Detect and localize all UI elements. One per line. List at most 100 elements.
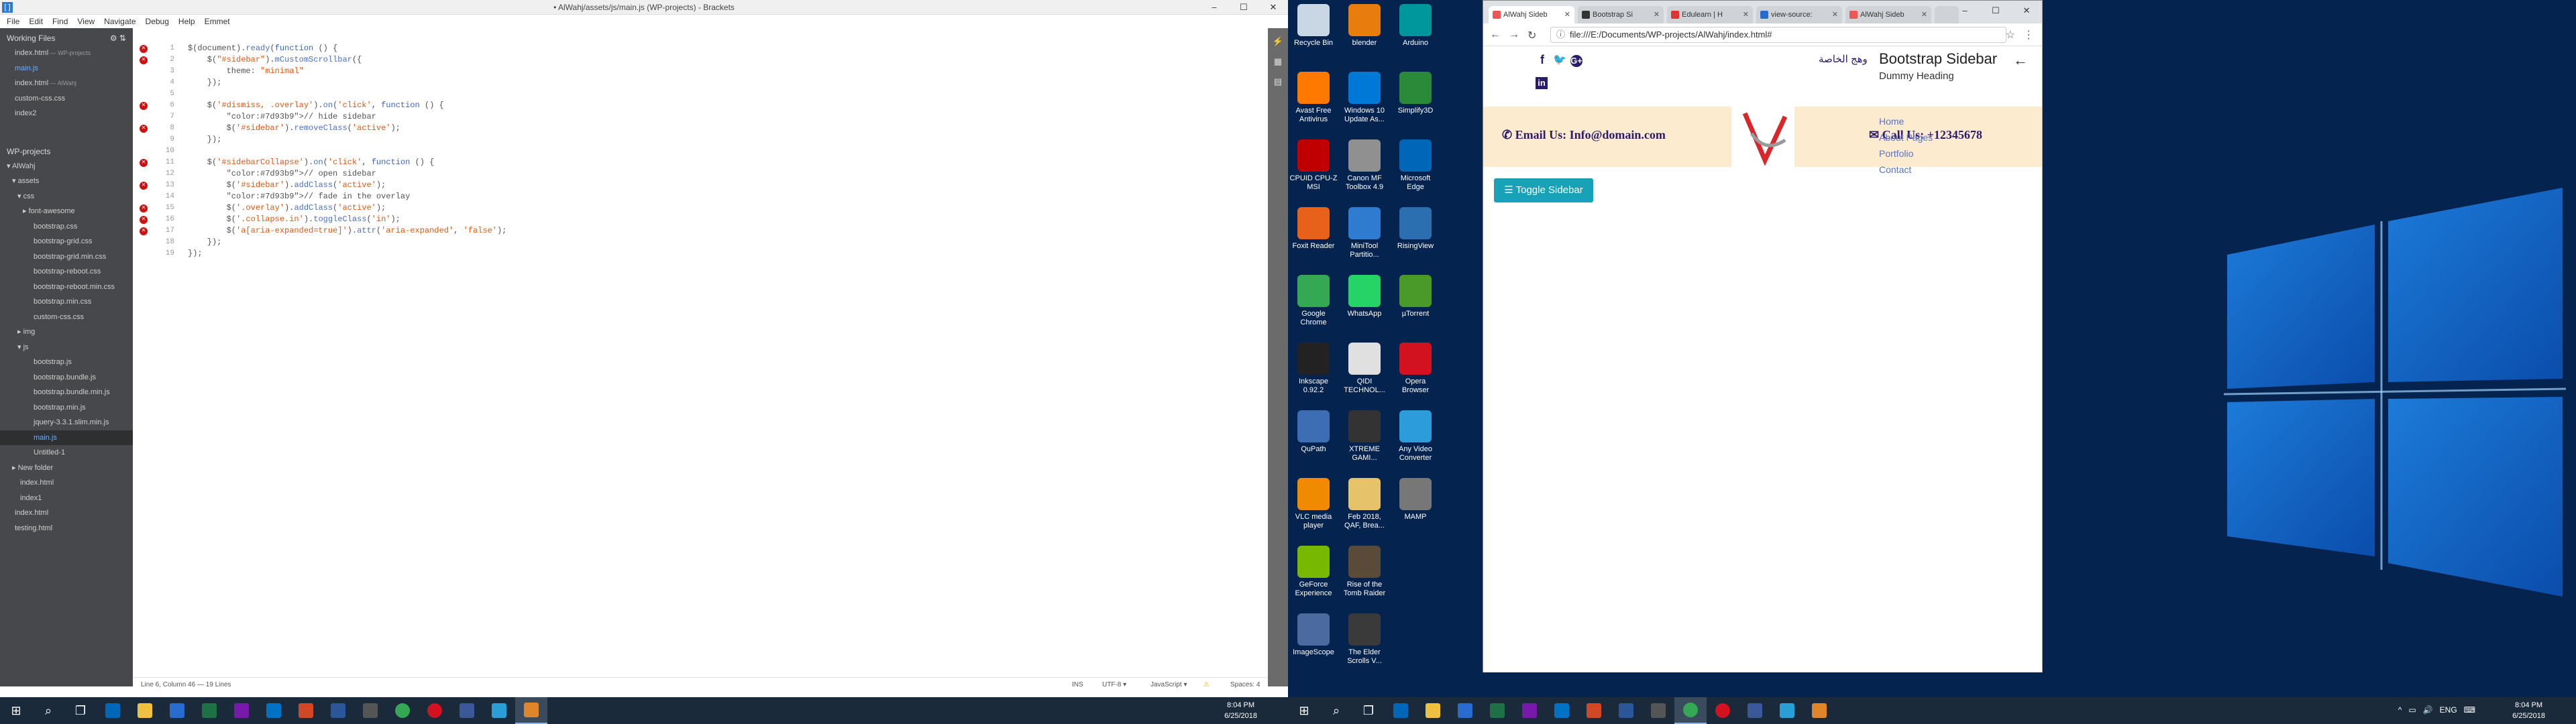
desktop-icon[interactable]: QIDI TECHNOL... (1340, 343, 1389, 395)
code-editor[interactable]: ✕ 1 ✕ 2 3 4 5 ✕ 6 7 ✕ 8 9 10 ✕ 11 12 ✕ 13 14 ✕ 15 ✕ 16 ✕ 17 18 19 $… (133, 28, 1268, 686)
brackets-taskbar-icon[interactable] (515, 697, 547, 724)
desktop-icon[interactable]: VLC media player (1289, 478, 1338, 530)
browser-tab[interactable]: Bootstrap Si ✕ (1578, 6, 1664, 23)
desktop-icon[interactable]: Simplify3D (1391, 72, 1440, 115)
desktop-icon[interactable]: QuPath (1289, 410, 1338, 454)
tree-item[interactable]: index.html (0, 475, 133, 491)
desktop-icon[interactable]: Canon MF Toolbox 4.9 (1340, 139, 1389, 192)
browser-tab[interactable]: Edulearn | H ✕ (1667, 6, 1753, 23)
insert-mode[interactable]: INS (1072, 678, 1083, 692)
opera-taskbar-icon-2[interactable] (1707, 697, 1739, 724)
reload-icon[interactable]: ↻ (1527, 29, 1536, 42)
tree-item[interactable]: main.js (0, 430, 133, 445)
calculator-icon-2[interactable] (1642, 697, 1674, 724)
network-icon[interactable]: ▭ (2408, 705, 2416, 715)
tab-close-icon[interactable]: ✕ (1921, 6, 1927, 23)
desktop-icon[interactable]: WhatsApp (1340, 275, 1389, 318)
desktop-icon[interactable]: CPUID CPU-Z MSI (1289, 139, 1338, 192)
project-title[interactable]: WP-projects (7, 147, 50, 156)
facebook-icon[interactable] (451, 697, 483, 724)
desktop-icon[interactable]: µTorrent (1391, 275, 1440, 318)
back-icon[interactable]: ← (1490, 29, 1501, 41)
error-icon[interactable]: ✕ (140, 216, 148, 224)
tab-close-icon[interactable]: ✕ (1743, 6, 1749, 23)
tree-item[interactable]: bootstrap-grid.min.css (0, 249, 133, 265)
browser-tab[interactable]: AlWahj Sideb ✕ (1845, 6, 1931, 23)
tree-item[interactable]: ▸ img (0, 324, 133, 340)
desktop-icon[interactable]: Recycle Bin (1289, 4, 1338, 48)
tree-item[interactable]: ▾ AlWahj (0, 159, 133, 174)
close-button[interactable]: ✕ (1258, 0, 1288, 15)
start-icon[interactable]: ⊞ (0, 697, 32, 724)
task-view-icon-2[interactable]: ❐ (1352, 697, 1385, 724)
tree-item[interactable]: bootstrap-reboot.css (0, 264, 133, 280)
tree-item[interactable]: index1 (0, 491, 133, 506)
desktop-icon[interactable]: Google Chrome (1289, 275, 1338, 327)
facebook-icon[interactable]: f (1536, 53, 1549, 67)
extension-manager-icon[interactable]: ▦ (1272, 56, 1284, 68)
powerpoint-icon-2[interactable] (1578, 697, 1610, 724)
tree-item[interactable]: bootstrap-grid.css (0, 234, 133, 249)
bookmark-star-icon[interactable]: ☆ (2006, 28, 2015, 42)
desktop-icon[interactable]: MiniTool Partitio... (1340, 207, 1389, 259)
error-icon[interactable]: ✕ (140, 159, 148, 167)
desktop-icon[interactable]: The Elder Scrolls V... (1340, 613, 1389, 666)
opera-taskbar-icon[interactable] (419, 697, 451, 724)
menu-view[interactable]: View (77, 15, 95, 28)
code-area[interactable]: $(document).ready(function () { $("#side… (188, 43, 506, 259)
toggle-sidebar-button[interactable]: ☰ Toggle Sidebar (1494, 178, 1593, 202)
tab-close-icon[interactable]: ✕ (1564, 6, 1570, 23)
calculator-icon[interactable] (354, 697, 386, 724)
error-icon[interactable]: ✕ (140, 45, 148, 53)
volume-icon[interactable]: 🔊 (2423, 705, 2433, 715)
outlook-icon-2[interactable] (1546, 697, 1578, 724)
tree-item[interactable]: bootstrap.min.js (0, 400, 133, 416)
tree-item[interactable]: index.html (0, 505, 133, 521)
edge-icon[interactable] (97, 697, 129, 724)
browser-tab[interactable]: view-source: ✕ (1756, 6, 1842, 23)
explorer-icon[interactable] (129, 697, 161, 724)
desktop-icon[interactable]: Feb 2018, QAF, Brea... (1340, 478, 1389, 530)
menu-icon[interactable]: ⋮ (2023, 28, 2034, 42)
tab-close-icon[interactable]: ✕ (1832, 6, 1838, 23)
live-preview-icon[interactable]: ⚡ (1272, 36, 1284, 48)
sidebar-link[interactable]: About Pages (1879, 129, 1933, 145)
excel-icon-2[interactable] (1481, 697, 1513, 724)
extension-icon[interactable]: ▤ (1272, 76, 1284, 88)
desktop-icon[interactable]: XTREME GAMI... (1340, 410, 1389, 463)
desktop-icon[interactable]: MAMP (1391, 478, 1440, 522)
tab-close-icon[interactable]: ✕ (1654, 6, 1660, 23)
menu-help[interactable]: Help (178, 15, 195, 28)
store-icon-2[interactable] (1449, 697, 1481, 724)
search-icon-2[interactable]: ⌕ (1320, 697, 1352, 724)
start-icon-2[interactable]: ⊞ (1288, 697, 1320, 724)
google-plus-icon[interactable]: G+ (1570, 55, 1582, 67)
chrome-taskbar-icon-2[interactable] (1674, 697, 1707, 724)
error-icon[interactable]: ✕ (140, 125, 148, 133)
language-select[interactable]: JavaScript ▾ (1150, 678, 1187, 692)
explorer-icon-2[interactable] (1417, 697, 1449, 724)
encoding-select[interactable]: UTF-8 ▾ (1102, 678, 1126, 692)
clock-left[interactable]: 8:04 PM 6/25/2018 (1224, 700, 1257, 721)
tree-item[interactable]: bootstrap.js (0, 355, 133, 370)
tree-item[interactable]: bootstrap.css (0, 219, 133, 235)
menu-file[interactable]: File (7, 15, 19, 28)
chrome-taskbar-icon[interactable] (386, 697, 419, 724)
menu-emmet[interactable]: Emmet (205, 15, 230, 28)
facebook-icon-2[interactable] (1739, 697, 1771, 724)
menu-debug[interactable]: Debug (146, 15, 169, 28)
app-icon-2[interactable] (1771, 697, 1803, 724)
app-icon[interactable] (483, 697, 515, 724)
error-icon[interactable]: ✕ (140, 102, 148, 110)
tree-item[interactable]: testing.html (0, 521, 133, 536)
tree-item[interactable]: ▾ css (0, 189, 133, 204)
address-bar[interactable]: ⓘ file:///E:/Documents/WP-projects/AlWah… (1550, 27, 2006, 43)
working-file[interactable]: custom-css.css (0, 91, 133, 107)
sidebar-link[interactable]: Home (1879, 113, 1933, 129)
tree-item[interactable]: bootstrap.bundle.min.js (0, 385, 133, 400)
keyboard-icon[interactable]: ⌨ (2464, 705, 2475, 715)
desktop-icon[interactable]: Arduino (1391, 4, 1440, 48)
store-icon[interactable] (161, 697, 193, 724)
onenote-icon-2[interactable] (1513, 697, 1546, 724)
outlook-icon[interactable] (258, 697, 290, 724)
